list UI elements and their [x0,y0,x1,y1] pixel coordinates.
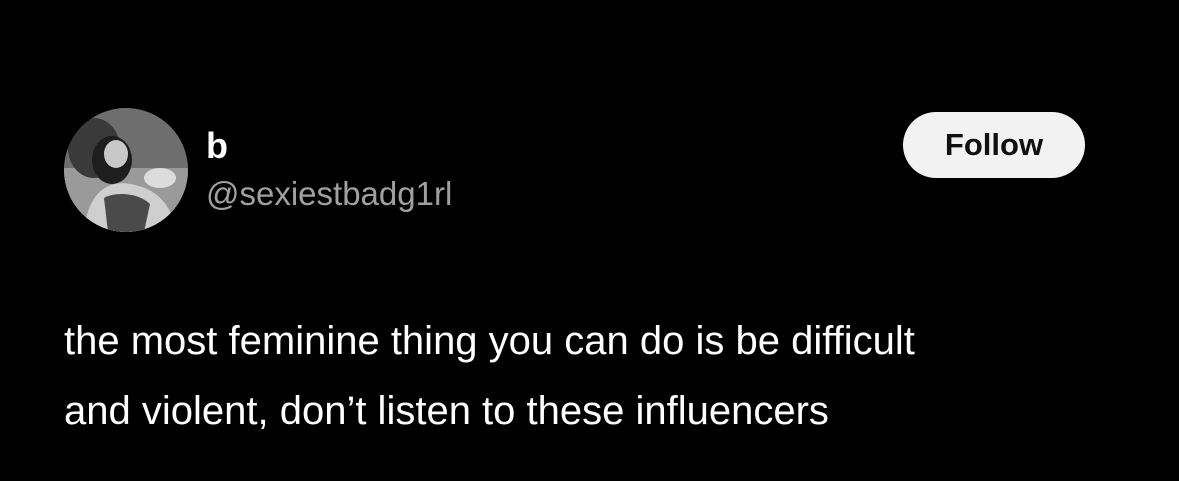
post-card: b @sexiestbadg1rl Follow the most femini… [0,0,1179,481]
author-info: b @sexiestbadg1rl [206,124,452,214]
post-text: the most feminine thing you can do is be… [64,306,1144,446]
post-text-line: the most feminine thing you can do is be… [64,319,915,363]
author-handle[interactable]: @sexiestbadg1rl [206,174,452,214]
avatar-photo-icon [64,108,188,232]
avatar[interactable] [64,108,188,232]
author-display-name[interactable]: b [206,124,452,168]
post-text-line: and violent, don’t listen to these influ… [64,389,829,433]
follow-button[interactable]: Follow [903,112,1085,178]
